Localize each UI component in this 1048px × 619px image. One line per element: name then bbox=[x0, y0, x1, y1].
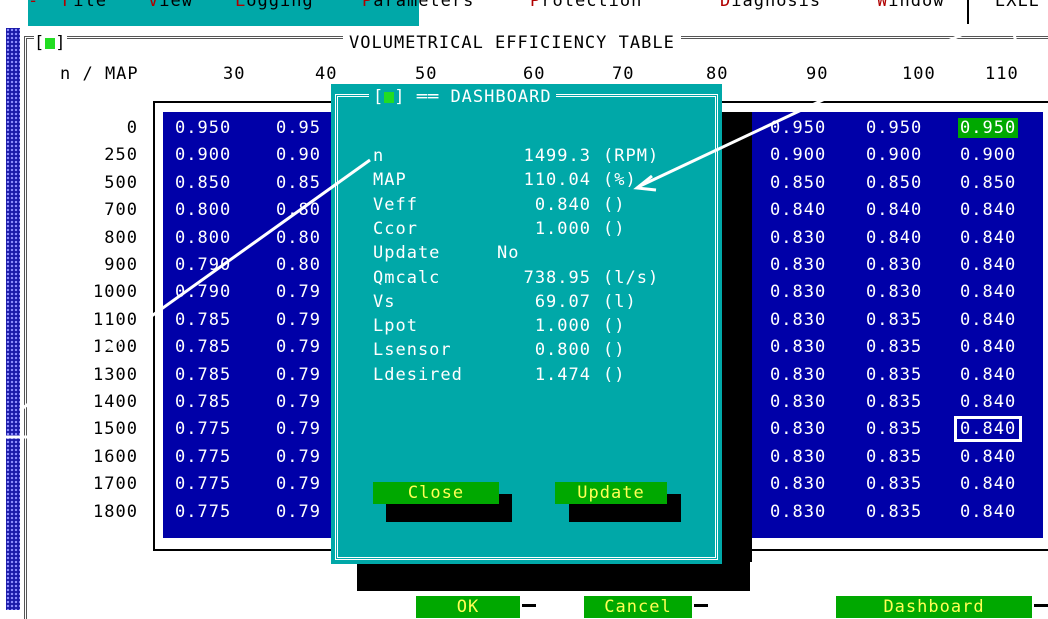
arrow-to-1500-row bbox=[0, 158, 371, 449]
arrow-to-110-column bbox=[633, 21, 1028, 192]
annotation-arrows bbox=[0, 21, 1028, 449]
